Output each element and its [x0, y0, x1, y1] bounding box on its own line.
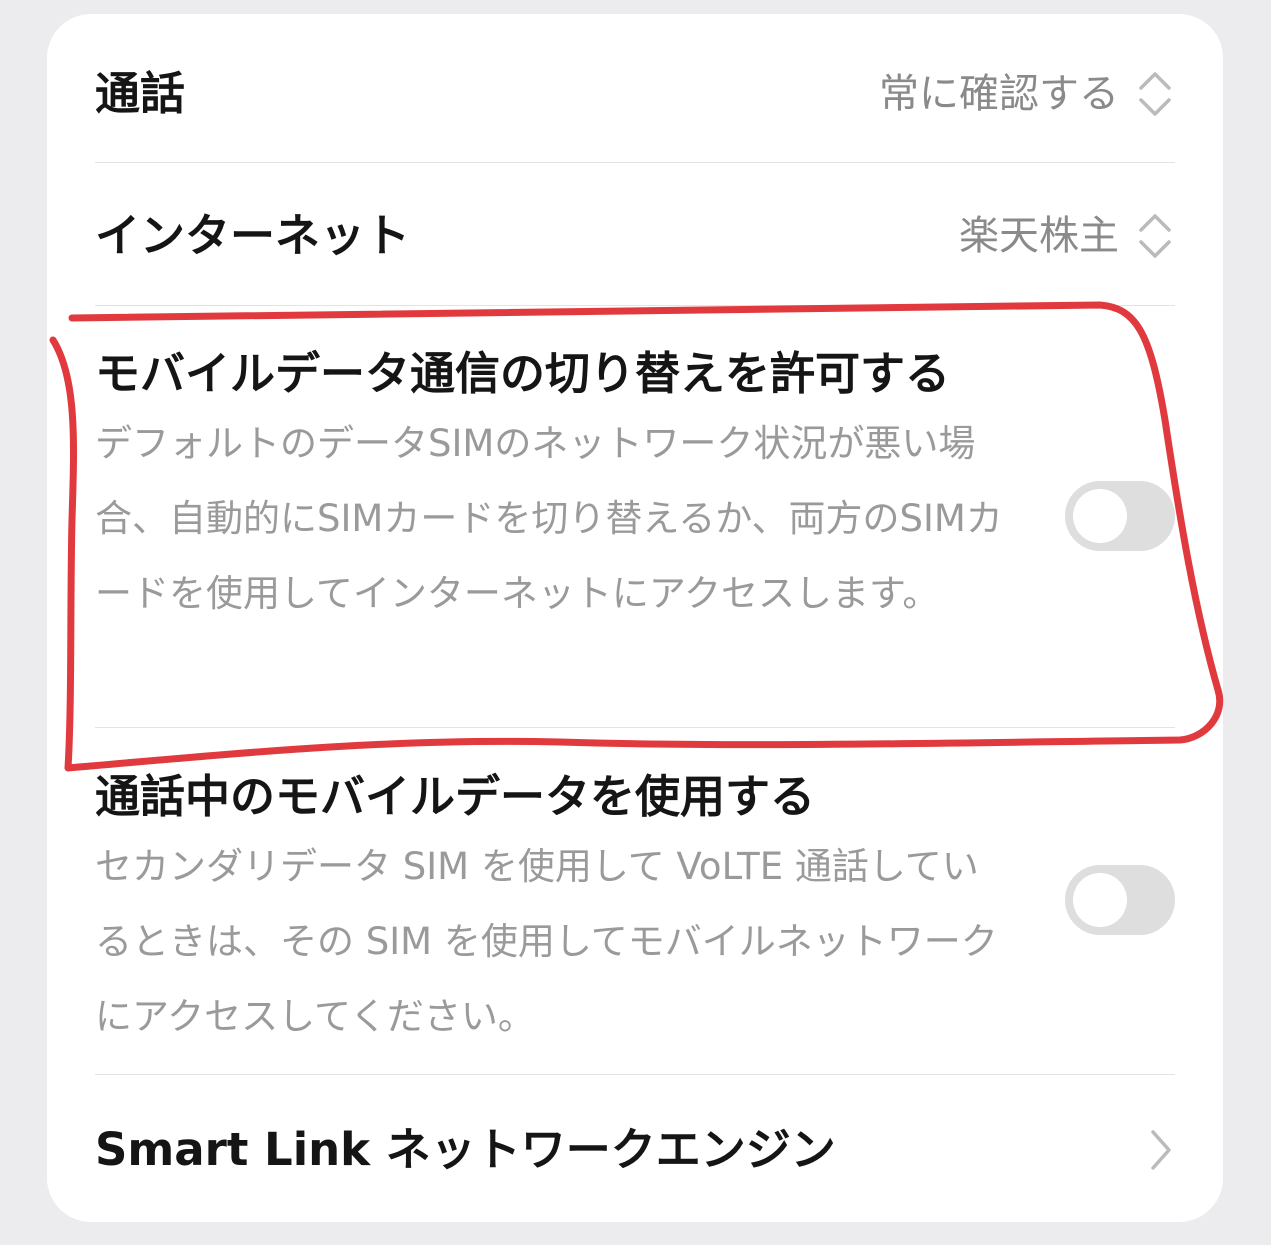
data-during-calls-row: 通話中のモバイルデータを使用する セカンダリデータ SIM を使用して VoLT… [95, 769, 1175, 1069]
settings-card: 通話 常に確認する インターネット 楽天株主 モバイルデータ通信の切り替えを許可… [47, 14, 1223, 1222]
updown-chevron-icon[interactable] [1135, 208, 1175, 264]
data-during-calls-title: 通話中のモバイルデータを使用する [95, 770, 816, 823]
allow-data-switch-row: モバイルデータ通信の切り替えを許可する デフォルトのデータSIMのネットワーク状… [95, 346, 1175, 721]
internet-sim-title: インターネット [95, 209, 411, 262]
allow-data-switch-description: デフォルトのデータSIMのネットワーク状況が悪い場合、自動的にSIMカードを切り… [95, 422, 1003, 615]
divider [95, 1074, 1175, 1075]
internet-sim-value: 楽天株主 [959, 213, 1119, 259]
divider [95, 305, 1175, 306]
data-during-calls-description: セカンダリデータ SIM を使用して VoLTE 通話しているときは、その SI… [95, 845, 998, 1038]
call-sim-row[interactable]: 通話 常に確認する [95, 66, 1175, 122]
toggle-knob [1073, 873, 1127, 927]
call-sim-title: 通話 [95, 67, 186, 120]
smart-link-row[interactable]: Smart Link ネットワークエンジン [95, 1122, 1175, 1178]
smart-link-title: Smart Link ネットワークエンジン [95, 1123, 836, 1176]
data-during-calls-toggle[interactable] [1065, 865, 1175, 935]
chevron-right-icon[interactable] [1145, 1125, 1175, 1175]
divider [95, 162, 1175, 163]
updown-chevron-icon[interactable] [1135, 66, 1175, 122]
internet-sim-row[interactable]: インターネット 楽天株主 [95, 208, 1175, 264]
divider [95, 727, 1175, 728]
call-sim-value: 常に確認する [879, 71, 1119, 117]
allow-data-switch-toggle[interactable] [1065, 481, 1175, 551]
allow-data-switch-title: モバイルデータ通信の切り替えを許可する [95, 347, 951, 400]
toggle-knob [1073, 489, 1127, 543]
